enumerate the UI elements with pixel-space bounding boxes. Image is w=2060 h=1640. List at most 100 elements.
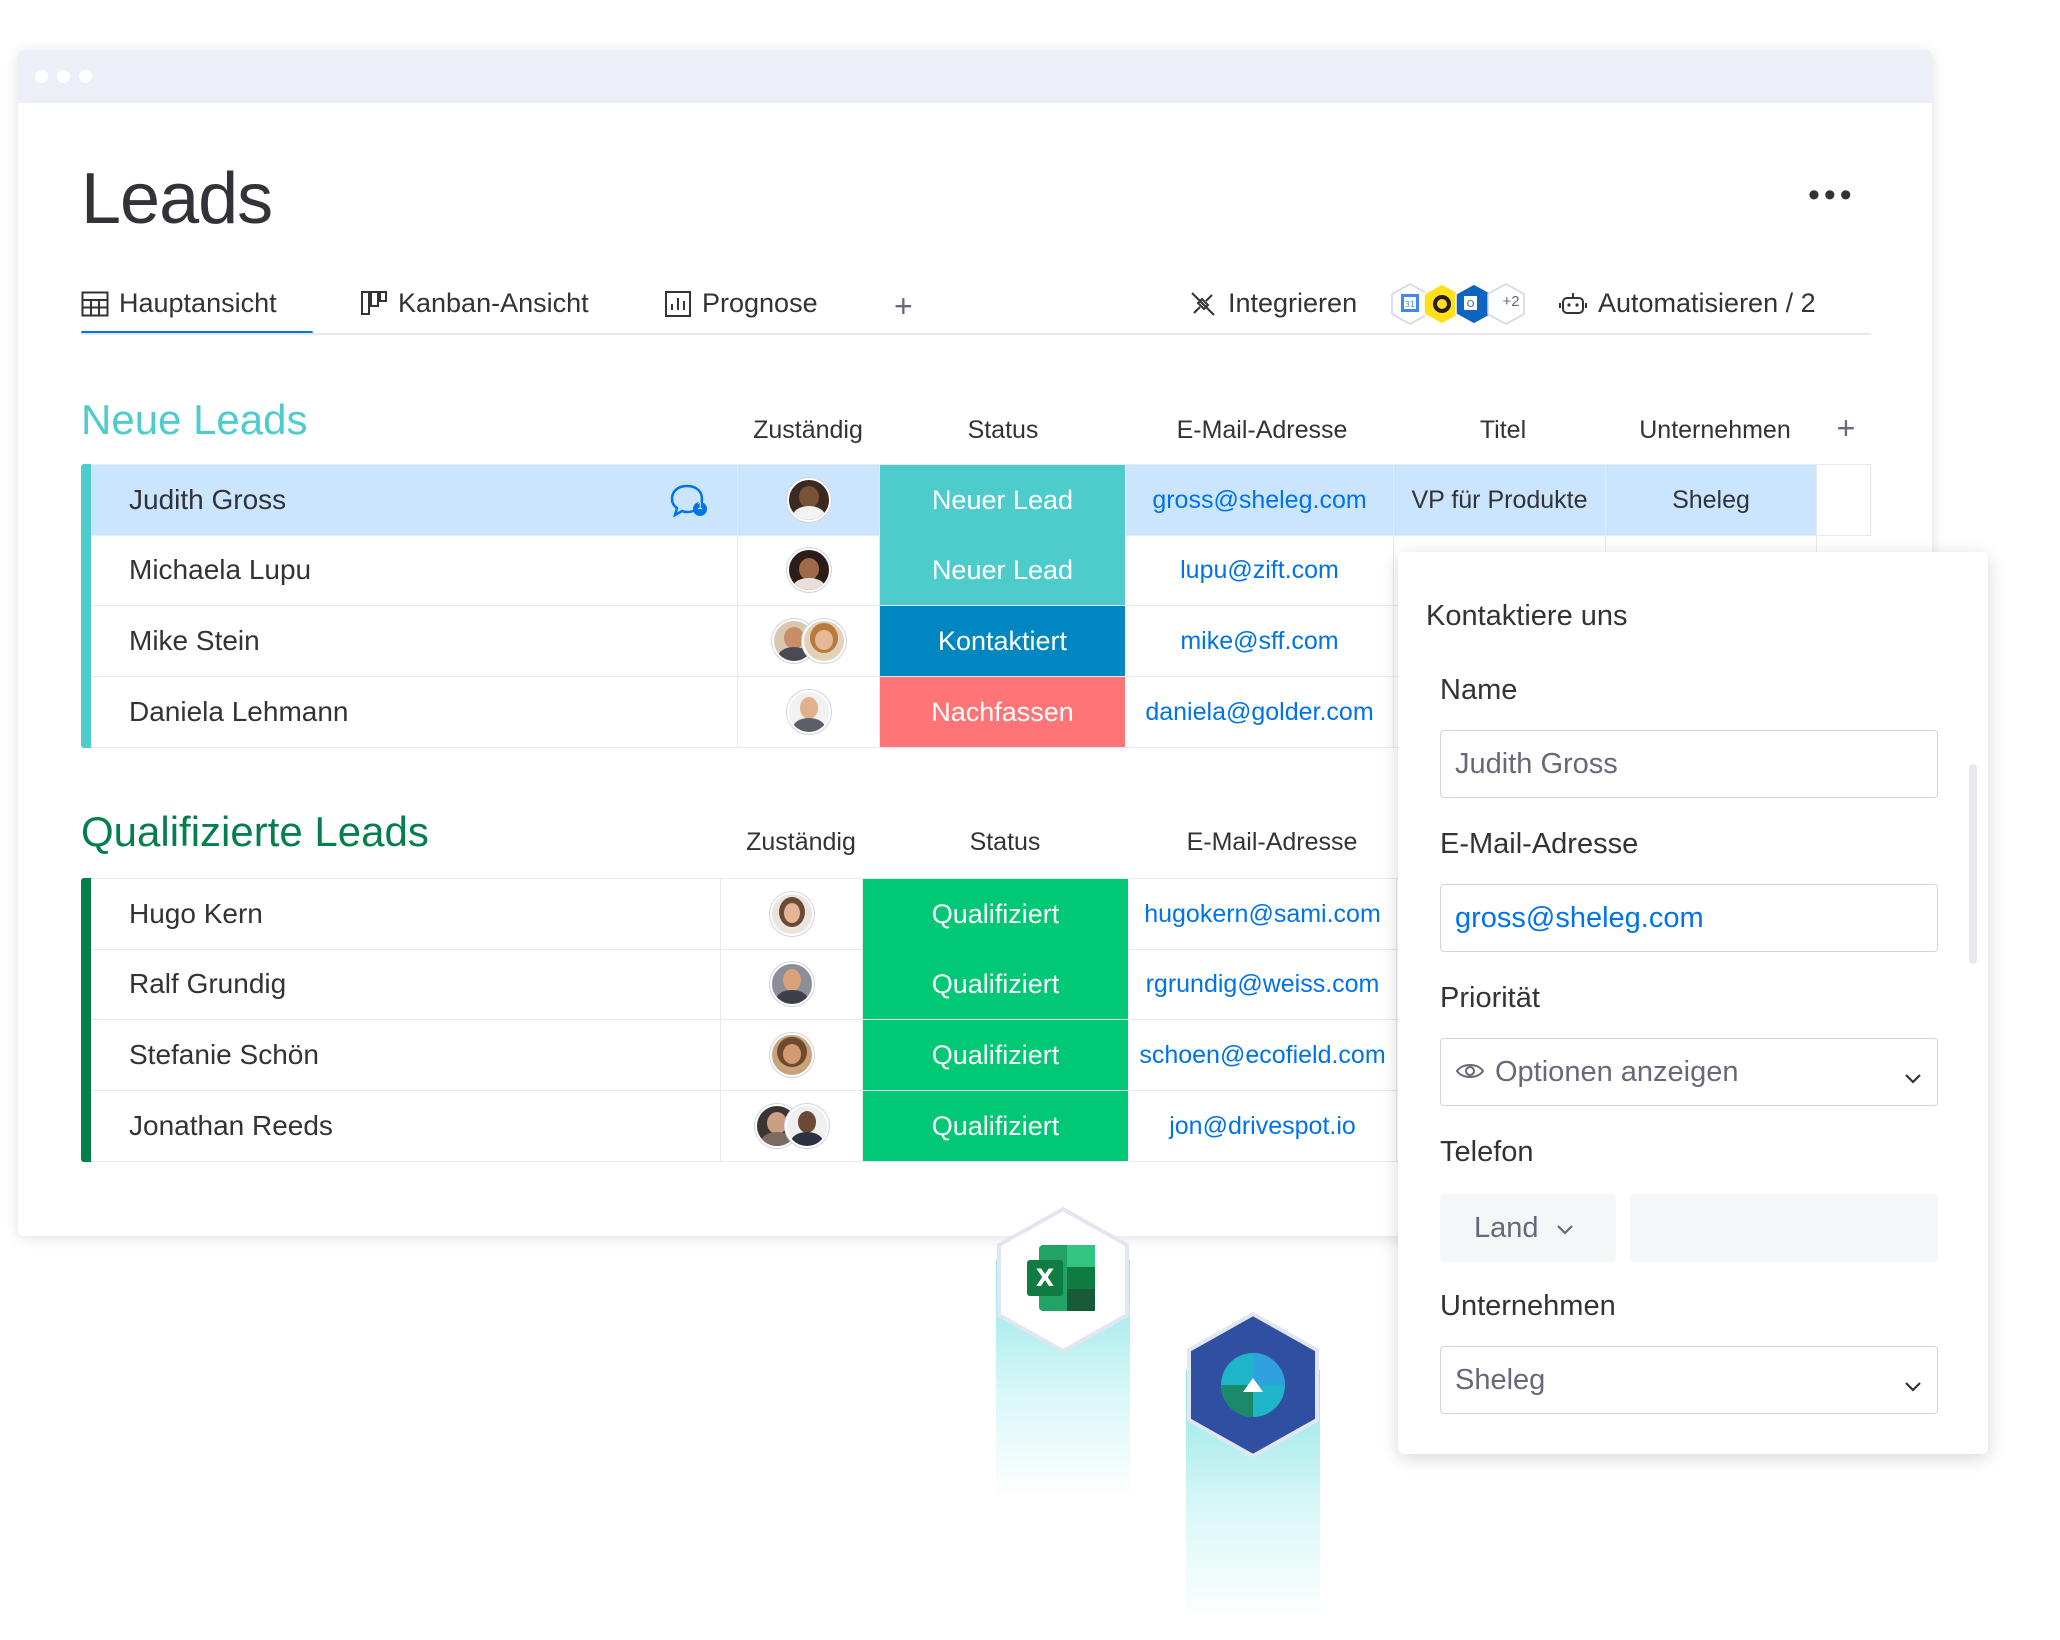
owner-cell[interactable] [721, 1091, 863, 1161]
status-badge[interactable]: Qualifiziert [863, 949, 1129, 1019]
integration-plug-icon [1188, 289, 1218, 319]
avatar [786, 478, 831, 522]
item-name: Jonathan Reeds [129, 1110, 333, 1141]
table-row[interactable]: Ralf Grundig Qualifiziert rgrundig@weiss… [91, 949, 1421, 1020]
email-cell[interactable]: schoen@ecofield.com [1129, 1020, 1397, 1090]
integrate-label: Integrieren [1228, 288, 1358, 318]
email-cell[interactable]: lupu@zift.com [1126, 535, 1394, 605]
chevron-down-icon [1903, 1369, 1923, 1402]
item-name-cell[interactable]: Mike Stein [91, 606, 738, 676]
tab-label: Hauptansicht [119, 288, 277, 318]
company-value: Sheleg [1455, 1363, 1546, 1396]
comment-count: 1 [697, 501, 703, 512]
table-row[interactable]: Judith Gross 1 Neuer Lead gross@sheleg.c… [91, 464, 1871, 536]
column-header-owner[interactable]: Zuständig [730, 828, 872, 857]
chevron-down-icon [1903, 1061, 1923, 1094]
status-badge[interactable]: Kontaktiert [880, 606, 1126, 676]
avatar [786, 690, 831, 734]
phone-input[interactable] [1630, 1194, 1938, 1262]
avatar [786, 548, 831, 592]
owner-cell[interactable] [721, 1020, 863, 1090]
add-view-button[interactable]: + [894, 288, 913, 325]
status-badge[interactable]: Qualifiziert [863, 1091, 1129, 1161]
email-cell[interactable]: daniela@golder.com [1126, 677, 1394, 747]
automate-button[interactable]: Automatisieren / 2 [1558, 288, 1816, 319]
item-name-cell[interactable]: Daniela Lehmann [91, 677, 738, 747]
item-name: Mike Stein [129, 625, 260, 656]
email-field[interactable]: gross@sheleg.com [1440, 884, 1938, 952]
name-field[interactable]: Judith Gross [1440, 730, 1938, 798]
avatar [784, 1104, 829, 1148]
priority-select[interactable]: Optionen anzeigen [1440, 1038, 1938, 1106]
email-cell[interactable]: hugokern@sami.com [1129, 879, 1397, 949]
item-name: Ralf Grundig [129, 968, 287, 999]
owner-cell[interactable] [738, 465, 880, 535]
owner-cell[interactable] [738, 606, 880, 676]
group-color-bar [81, 464, 91, 748]
tab-prognose[interactable]: Prognose [664, 288, 818, 319]
integrate-button[interactable]: Integrieren [1188, 288, 1357, 319]
tab-hauptansicht[interactable]: Hauptansicht [81, 288, 277, 319]
table-icon [81, 291, 109, 317]
column-header-email[interactable]: E-Mail-Adresse [1128, 416, 1396, 445]
excel-icon[interactable]: X [993, 1205, 1133, 1355]
more-menu-button[interactable]: ••• [1808, 178, 1856, 212]
country-select[interactable]: Land [1440, 1194, 1616, 1262]
name-value: Judith Gross [1455, 747, 1618, 780]
window-dot [79, 70, 92, 83]
add-column-button[interactable]: + [1822, 410, 1870, 447]
status-badge[interactable]: Neuer Lead [880, 465, 1126, 535]
group-title-neue-leads[interactable]: Neue Leads [81, 396, 308, 444]
priority-value: Optionen anzeigen [1495, 1055, 1739, 1088]
tab-kanban-ansicht[interactable]: Kanban-Ansicht [360, 288, 589, 319]
column-header-status[interactable]: Status [880, 416, 1126, 445]
svg-text:O: O [1467, 299, 1475, 310]
company-cell[interactable]: Sheleg [1606, 465, 1817, 535]
tabs-divider [81, 333, 1871, 335]
item-name-cell[interactable]: Michaela Lupu [91, 535, 738, 605]
item-name: Hugo Kern [129, 898, 263, 929]
table-row[interactable]: Stefanie Schön Qualifiziert schoen@ecofi… [91, 1020, 1421, 1091]
status-badge[interactable]: Neuer Lead [880, 535, 1126, 605]
owner-cell[interactable] [721, 879, 863, 949]
phone-label: Telefon [1440, 1136, 1534, 1168]
column-header-owner[interactable]: Zuständig [738, 416, 878, 445]
item-name: Stefanie Schön [129, 1039, 319, 1070]
column-header-title[interactable]: Titel [1398, 416, 1608, 445]
item-name-cell[interactable]: Ralf Grundig [91, 949, 721, 1019]
chevron-down-icon [1555, 1212, 1575, 1245]
page-title: Leads [81, 159, 273, 239]
tab-label: Prognose [702, 288, 818, 318]
form-scrollbar[interactable] [1969, 764, 1977, 964]
status-badge[interactable]: Nachfassen [880, 677, 1126, 747]
email-cell[interactable]: gross@sheleg.com [1126, 465, 1394, 535]
status-badge[interactable]: Qualifiziert [863, 1020, 1129, 1090]
kanban-icon [360, 290, 388, 318]
company-select[interactable]: Sheleg [1440, 1346, 1938, 1414]
item-name: Michaela Lupu [129, 554, 312, 585]
email-cell[interactable]: rgrundig@weiss.com [1129, 949, 1397, 1019]
table-row[interactable]: Hugo Kern Qualifiziert hugokern@sami.com [91, 878, 1421, 950]
table-row[interactable]: Jonathan Reeds Qualifiziert jon@drivespo… [91, 1091, 1421, 1162]
column-header-status[interactable]: Status [872, 828, 1138, 857]
owner-cell[interactable] [738, 677, 880, 747]
svg-text:X: X [1036, 1264, 1055, 1292]
owner-cell[interactable] [721, 949, 863, 1019]
owner-cell[interactable] [738, 535, 880, 605]
country-value: Land [1474, 1211, 1539, 1244]
svg-text:31: 31 [1405, 300, 1415, 309]
column-header-company[interactable]: Unternehmen [1610, 416, 1820, 445]
item-name-cell[interactable]: Judith Gross 1 [91, 465, 738, 535]
title-cell[interactable]: VP für Produkte [1394, 465, 1606, 535]
window-dot [57, 70, 70, 83]
status-badge[interactable]: Qualifiziert [863, 879, 1129, 949]
azure-devops-icon[interactable] [1183, 1310, 1323, 1460]
column-header-email[interactable]: E-Mail-Adresse [1138, 828, 1406, 857]
group-color-bar [81, 878, 91, 1162]
email-cell[interactable]: jon@drivespot.io [1129, 1091, 1397, 1161]
email-cell[interactable]: mike@sff.com [1126, 606, 1394, 676]
group-title-qualifizierte-leads[interactable]: Qualifizierte Leads [81, 808, 429, 856]
item-name-cell[interactable]: Hugo Kern [91, 879, 721, 949]
item-name-cell[interactable]: Jonathan Reeds [91, 1091, 721, 1161]
item-name-cell[interactable]: Stefanie Schön [91, 1020, 721, 1090]
